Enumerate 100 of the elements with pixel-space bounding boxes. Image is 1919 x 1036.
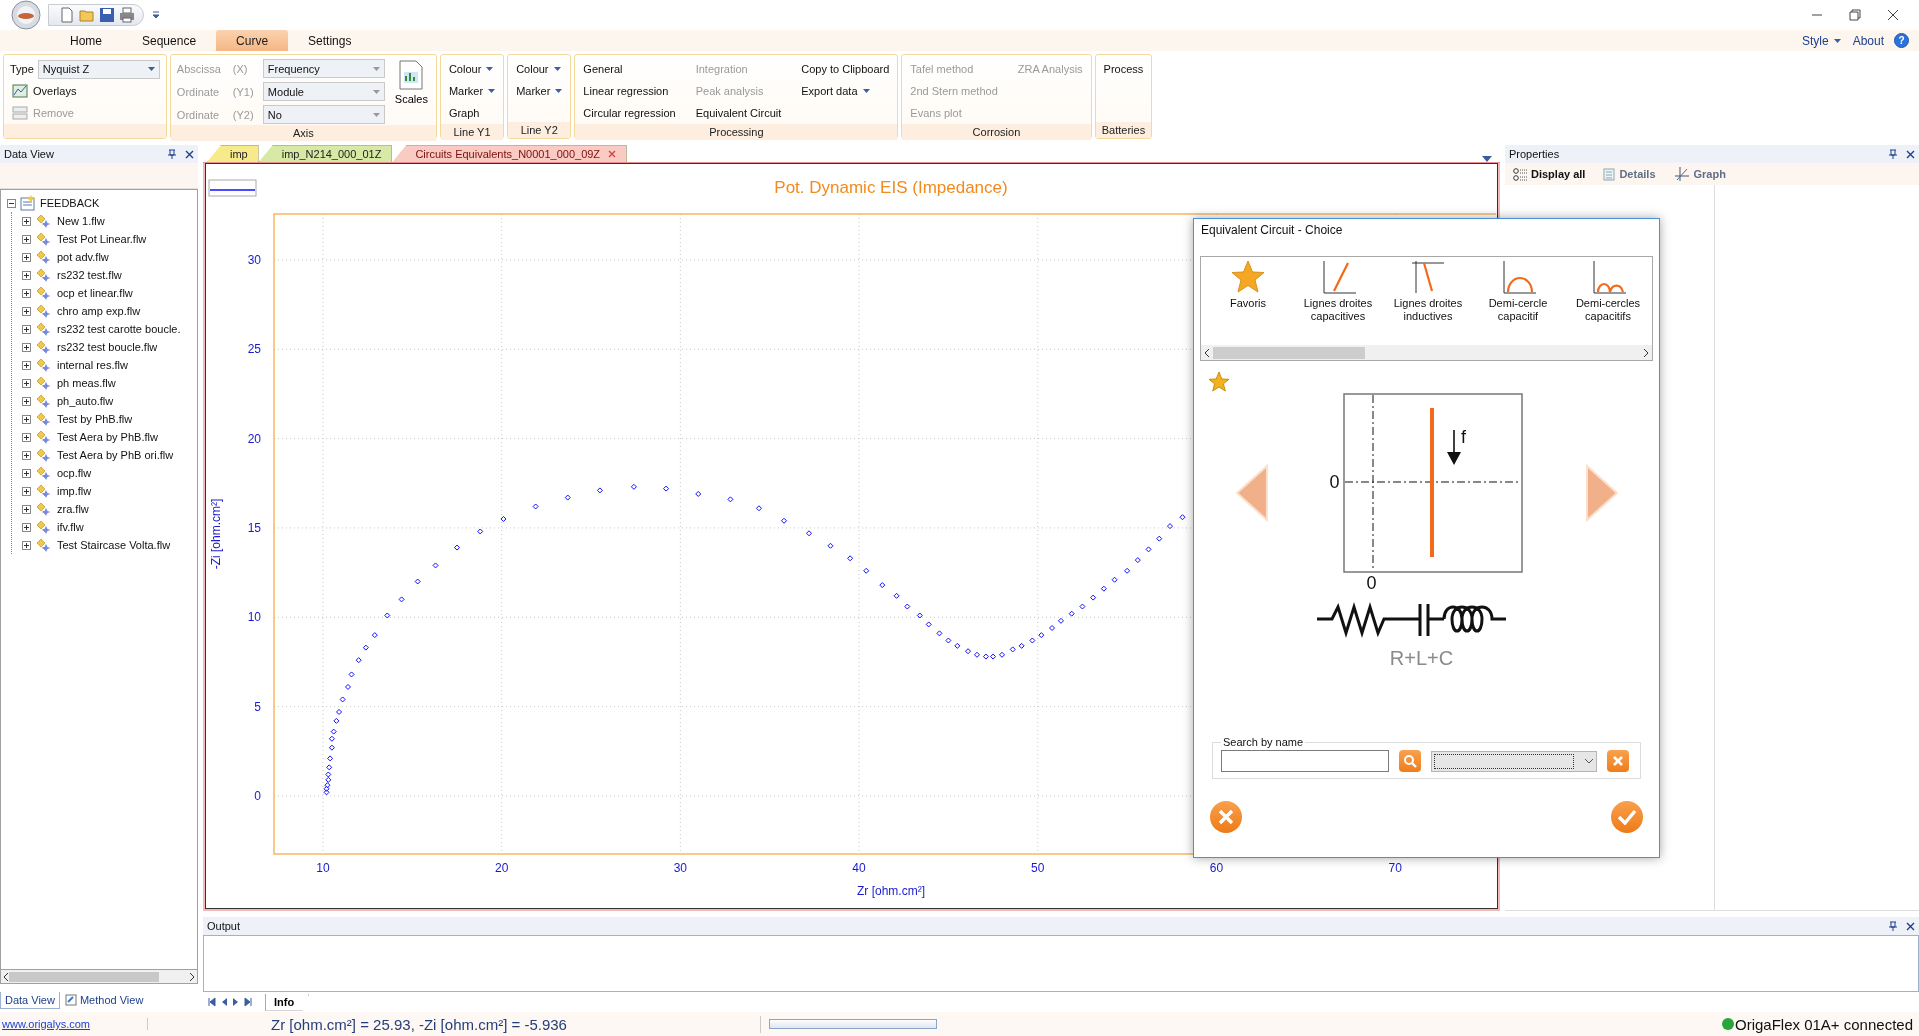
tab-list-icon[interactable]	[1482, 156, 1492, 162]
tree-item[interactable]: Test Staircase Volta.flw	[57, 539, 171, 551]
expand-toggle[interactable]	[7, 198, 16, 208]
tree-item[interactable]: ocp et linear.flw	[57, 287, 133, 299]
expand-toggle[interactable]	[22, 342, 31, 352]
document-tab[interactable]: Circuits Equivalents_N0001_000_09Z	[392, 145, 628, 162]
filter-select[interactable]	[1431, 750, 1597, 772]
menu-link[interactable]: About	[1846, 30, 1890, 51]
category-item[interactable]: Lignes droites capacitives	[1293, 259, 1383, 345]
save-icon[interactable]	[99, 7, 115, 23]
close-icon[interactable]	[1887, 9, 1899, 21]
ribbon-button[interactable]: Linear regression	[581, 80, 678, 102]
tree-item[interactable]: chro amp exp.flw	[57, 305, 141, 317]
help-button[interactable]: ?	[1894, 33, 1909, 48]
ribbon-button[interactable]: Export data	[799, 80, 892, 102]
tree-item[interactable]: imp.flw	[57, 485, 92, 497]
panel-tab[interactable]: Method View	[59, 992, 149, 1009]
expand-toggle[interactable]	[22, 414, 31, 424]
expand-toggle[interactable]	[22, 378, 31, 388]
ribbon-button[interactable]: Colour	[514, 58, 565, 80]
expand-toggle[interactable]	[22, 234, 31, 244]
tree-item[interactable]: Test Aera by PhB.flw	[57, 431, 158, 443]
tree-item[interactable]: internal res.flw	[57, 359, 128, 371]
properties-tool[interactable]: Display all	[1509, 167, 1590, 181]
ribbon-button[interactable]: Marker	[514, 80, 565, 102]
expand-toggle[interactable]	[22, 306, 31, 316]
category-item[interactable]: Demi-cercle capacitif	[1473, 259, 1563, 345]
tree-item[interactable]: ph meas.flw	[57, 377, 116, 389]
horizontal-scrollbar[interactable]	[1201, 345, 1652, 360]
category-item[interactable]: Demi-cercles capacitifs	[1563, 259, 1652, 345]
pin-icon[interactable]	[168, 149, 176, 159]
tree-item[interactable]: FEEDBACK	[40, 197, 100, 209]
tree-item[interactable]: rs232 test.flw	[57, 269, 122, 281]
clear-button[interactable]	[1607, 750, 1629, 772]
category-item[interactable]: Lignes droites inductives	[1383, 259, 1473, 345]
cancel-button[interactable]	[1210, 801, 1242, 833]
close-icon[interactable]	[185, 149, 194, 159]
menu-tab[interactable]: Curve	[216, 30, 289, 51]
expand-toggle[interactable]	[22, 432, 31, 442]
expand-toggle[interactable]	[22, 468, 31, 478]
document-tab[interactable]: imp_N214_000_01Z	[258, 145, 393, 162]
ribbon-button[interactable]: Circular regression	[581, 102, 678, 124]
expand-toggle[interactable]	[22, 486, 31, 496]
expand-toggle[interactable]	[22, 450, 31, 460]
properties-tool[interactable]: Details	[1599, 167, 1660, 181]
ribbon-button[interactable]: Equivalent Circuit	[693, 102, 784, 124]
ribbon-button[interactable]: Colour	[446, 58, 498, 80]
type-select[interactable]: Nyquist Z	[37, 59, 160, 79]
ribbon-button[interactable]: Graph	[446, 102, 498, 124]
tree-item[interactable]: zra.flw	[57, 503, 89, 515]
ok-button[interactable]	[1611, 801, 1643, 833]
search-field[interactable]	[1221, 750, 1389, 772]
expand-toggle[interactable]	[22, 216, 31, 226]
favorite-star-icon[interactable]	[1208, 371, 1230, 393]
expand-toggle[interactable]	[22, 324, 31, 334]
tree-item[interactable]: Test Aera by PhB ori.flw	[57, 449, 174, 461]
scales-button[interactable]: Scales	[392, 58, 430, 125]
tree-item[interactable]: ph_auto.flw	[57, 395, 114, 407]
menu-link[interactable]: Style	[1795, 30, 1847, 51]
menu-tab[interactable]: Sequence	[122, 30, 217, 51]
output-tab[interactable]: Info	[265, 993, 310, 1011]
category-item[interactable]: Favoris	[1203, 259, 1293, 345]
pin-icon[interactable]	[1889, 149, 1897, 159]
expand-toggle[interactable]	[22, 522, 31, 532]
close-icon[interactable]	[1906, 149, 1915, 159]
expand-toggle[interactable]	[22, 270, 31, 280]
panel-tab[interactable]: Data View	[0, 992, 60, 1009]
ribbon-button[interactable]: General	[581, 58, 678, 80]
tree-item[interactable]: rs232 test carotte boucle.	[57, 323, 181, 335]
properties-tool[interactable]: Graph	[1669, 166, 1730, 182]
website-link[interactable]: www.origalys.com	[2, 1018, 148, 1030]
pin-icon[interactable]	[1889, 921, 1897, 931]
expand-toggle[interactable]	[22, 540, 31, 550]
close-icon[interactable]	[1906, 921, 1915, 931]
expand-toggle[interactable]	[22, 288, 31, 298]
expand-toggle[interactable]	[22, 504, 31, 514]
tree-item[interactable]: rs232 test boucle.flw	[57, 341, 158, 353]
expand-toggle[interactable]	[22, 252, 31, 262]
menu-tab[interactable]: Home	[50, 30, 122, 51]
customize-menu-icon[interactable]	[152, 11, 160, 19]
restore-icon[interactable]	[1849, 9, 1861, 21]
horizontal-scrollbar[interactable]	[0, 969, 198, 984]
ribbon-button[interactable]: Process	[1101, 58, 1146, 80]
document-tab[interactable]: imp	[207, 145, 259, 162]
expand-toggle[interactable]	[22, 360, 31, 370]
tree-item[interactable]: ocp.flw	[57, 467, 92, 479]
search-button[interactable]	[1399, 750, 1421, 772]
last-page-icon[interactable]	[243, 997, 253, 1007]
overlays-button[interactable]: Overlays	[10, 80, 160, 102]
tree-item[interactable]: Test by PhB.flw	[57, 413, 133, 425]
ribbon-button[interactable]: Marker	[446, 80, 498, 102]
first-page-icon[interactable]	[207, 997, 217, 1007]
menu-tab[interactable]: Settings	[288, 30, 372, 51]
tree-item[interactable]: Test Pot Linear.flw	[57, 233, 147, 245]
expand-toggle[interactable]	[22, 396, 31, 406]
tree-item[interactable]: pot adv.flw	[57, 251, 109, 263]
new-file-icon[interactable]	[59, 7, 75, 23]
print-icon[interactable]	[119, 7, 135, 23]
tree-item[interactable]: ifv.flw	[57, 521, 84, 533]
ribbon-button[interactable]: Copy to Clipboard	[799, 58, 892, 80]
